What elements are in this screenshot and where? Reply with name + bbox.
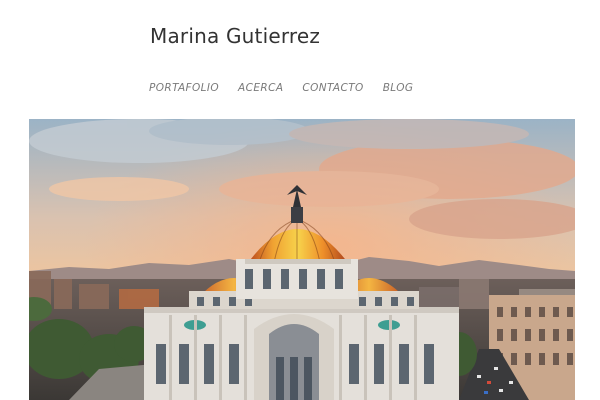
nav-item-portafolio[interactable]: PORTAFOLIO <box>149 82 219 94</box>
nav-item-blog[interactable]: BLOG <box>383 82 414 94</box>
hero-image <box>29 119 575 400</box>
main-nav: PORTAFOLIO ACERCA CONTACTO BLOG <box>149 82 413 94</box>
nav-item-acerca[interactable]: ACERCA <box>238 82 283 94</box>
hero-photo <box>29 119 575 400</box>
nav-item-contacto[interactable]: CONTACTO <box>302 82 363 94</box>
site-title[interactable]: Marina Gutierrez <box>150 24 320 48</box>
